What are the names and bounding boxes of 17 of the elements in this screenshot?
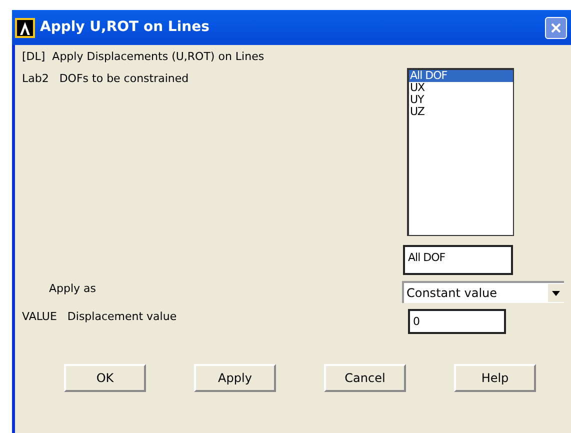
field-label: Apply as bbox=[48, 281, 98, 297]
dialog-button[interactable]: Help bbox=[454, 364, 536, 392]
value-field[interactable]: 0 bbox=[408, 309, 506, 334]
dialog-button[interactable]: Cancel bbox=[324, 364, 406, 392]
list-item[interactable]: UY bbox=[409, 94, 513, 106]
apply-as-dropdown[interactable]: Constant value bbox=[402, 281, 564, 303]
field-label: VALUE Displacement value bbox=[22, 309, 178, 325]
dof-list[interactable]: All DOF UX UY UZ bbox=[407, 68, 514, 236]
selection-field[interactable]: All DOF bbox=[403, 245, 513, 275]
field-label: Lab2 DOFs to be constrained bbox=[22, 71, 190, 87]
window-title: Apply U,ROT on Lines bbox=[40, 18, 210, 37]
dialog-button[interactable]: Apply bbox=[194, 364, 276, 392]
dialog-heading: [DL] Apply Displacements (U,ROT) on Lines bbox=[22, 49, 266, 65]
dialog-button[interactable]: OK bbox=[64, 364, 146, 392]
list-item[interactable]: UX bbox=[409, 82, 513, 94]
list-item[interactable]: All DOF bbox=[409, 70, 513, 82]
list-item[interactable]: UZ bbox=[409, 106, 513, 118]
